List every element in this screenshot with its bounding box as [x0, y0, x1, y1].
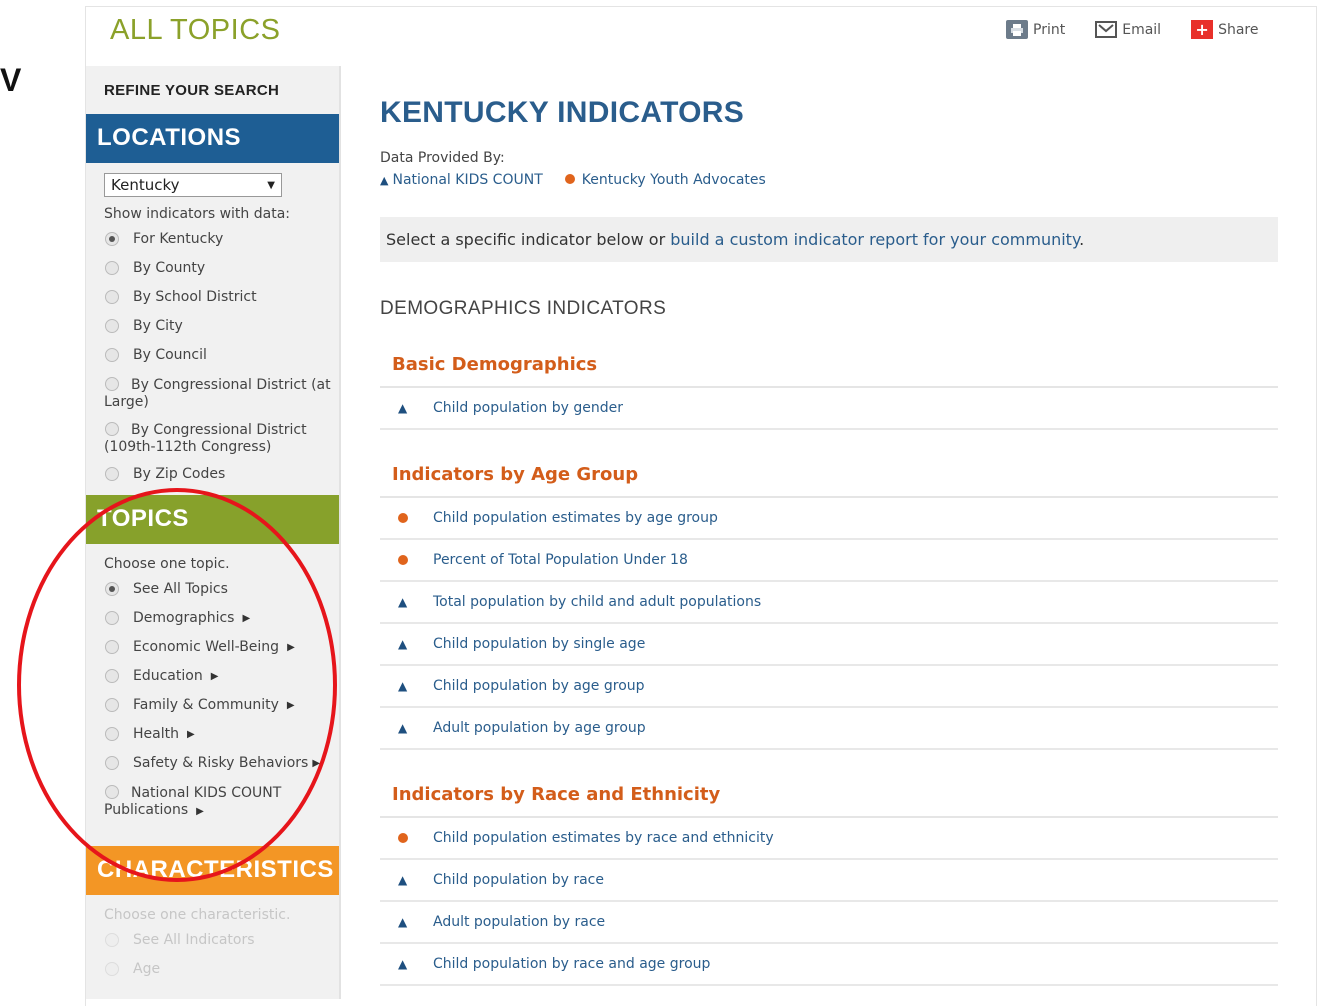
triangle-icon: ▲ [398, 679, 408, 693]
email-icon [1095, 21, 1118, 38]
location-option-school-district[interactable]: By School District [104, 289, 339, 306]
triangle-icon: ▲ [380, 174, 389, 187]
characteristics-panel: Choose one characteristic. See All Indic… [86, 895, 339, 998]
characteristic-option-age[interactable]: Age [104, 961, 339, 978]
custom-report-link[interactable]: build a custom indicator report for your… [670, 230, 1079, 249]
triangle-icon: ▲ [398, 637, 408, 651]
indicator-item[interactable]: ▲ Adult population by race [380, 902, 1278, 944]
group-title: Basic Demographics [380, 346, 1278, 388]
triangle-icon: ▲ [398, 873, 408, 887]
page-header-title: ALL TOPICS [110, 14, 281, 46]
custom-report-banner: Select a specific indicator below or bui… [380, 217, 1278, 262]
indicator-item[interactable]: ▲ Total population by child and adult pop… [380, 582, 1278, 624]
radio-icon [105, 962, 119, 976]
radio-icon [105, 933, 119, 947]
radio-icon [105, 319, 119, 333]
location-option-for-kentucky[interactable]: For Kentucky [104, 231, 339, 248]
share-button[interactable]: + Share [1191, 20, 1258, 39]
share-label: Share [1218, 21, 1259, 38]
indicator-group-basic: Basic Demographics ▲ Child population by … [380, 346, 1278, 430]
location-option-zip-codes[interactable]: By Zip Codes [104, 466, 339, 483]
print-button[interactable]: Print [1006, 20, 1065, 39]
section-title: DEMOGRAPHICS INDICATORS [380, 298, 667, 319]
plus-icon: + [1191, 20, 1214, 39]
annotation-circle [17, 488, 337, 882]
page-title: KENTUCKY INDICATORS [380, 96, 745, 129]
source-kentucky-youth-advocates[interactable]: Kentucky Youth Advocates [564, 172, 766, 188]
radio-icon [105, 377, 119, 391]
triangle-icon: ▲ [398, 595, 408, 609]
radio-icon [105, 261, 119, 275]
locations-note: Show indicators with data: [104, 206, 290, 222]
radio-icon [105, 348, 119, 362]
data-sources: ▲ National KIDS COUNT Kentucky Youth Advo… [380, 172, 1278, 188]
main-content: KENTUCKY INDICATORS Data Provided By: ▲ N… [380, 96, 1278, 986]
radio-icon [105, 467, 119, 481]
indicator-item[interactable]: ▲ Child population by gender [380, 388, 1278, 430]
triangle-icon: ▲ [398, 957, 408, 971]
triangle-icon: ▲ [398, 721, 408, 735]
print-label: Print [1033, 21, 1066, 38]
radio-selected-icon [105, 232, 119, 246]
characteristics-note: Choose one characteristic. [104, 907, 291, 923]
source-national-kids-count[interactable]: ▲ National KIDS COUNT [380, 172, 543, 188]
indicator-item[interactable]: ▲ Child population by age group [380, 666, 1278, 708]
group-title: Indicators by Age Group [380, 456, 1278, 498]
location-option-county[interactable]: By County [104, 260, 339, 277]
print-icon [1006, 20, 1028, 39]
locations-panel: Kentucky ▼ Show indicators with data: Fo… [86, 163, 339, 495]
radio-icon [105, 422, 119, 436]
share-toolbar: Print Email + Share [1006, 20, 1288, 39]
orange-dot-icon [398, 833, 408, 843]
triangle-icon: ▲ [398, 915, 408, 929]
indicator-item[interactable]: ▲ Adult population by age group [380, 708, 1278, 750]
radio-icon [105, 290, 119, 304]
location-option-congressional-at-large[interactable]: By Congressional District (at Large) [104, 376, 339, 411]
triangle-icon: ▲ [398, 401, 408, 415]
data-provided-by-label: Data Provided By: [380, 150, 505, 166]
indicator-item[interactable]: Percent of Total Population Under 18 [380, 540, 1278, 582]
locations-heading: LOCATIONS [86, 114, 339, 163]
indicator-item[interactable]: ▲ Child population by single age [380, 624, 1278, 666]
refine-heading: REFINE YOUR SEARCH [86, 66, 339, 114]
indicator-group-race: Indicators by Race and Ethnicity Child p… [380, 776, 1278, 986]
location-select-value: Kentucky [111, 176, 180, 194]
location-option-congressional-109-112[interactable]: By Congressional District (109th-112th C… [104, 421, 339, 456]
cut-off-letter: V [0, 62, 22, 98]
indicator-item[interactable]: Child population estimates by age group [380, 498, 1278, 540]
email-label: Email [1122, 21, 1162, 38]
group-title: Indicators by Race and Ethnicity [380, 776, 1278, 818]
location-select[interactable]: Kentucky ▼ [104, 173, 282, 197]
orange-dot-icon [564, 174, 575, 184]
indicator-item[interactable]: ▲ Child population by race [380, 860, 1278, 902]
characteristic-option-all[interactable]: See All Indicators [104, 932, 339, 949]
indicator-item[interactable]: Child population estimates by race and e… [380, 818, 1278, 860]
dropdown-arrow-icon: ▼ [267, 179, 275, 191]
indicator-item[interactable]: ▲ Child population by race and age group [380, 944, 1278, 986]
location-option-city[interactable]: By City [104, 318, 339, 335]
email-button[interactable]: Email [1095, 20, 1161, 39]
location-option-council[interactable]: By Council [104, 347, 339, 364]
orange-dot-icon [398, 513, 408, 523]
orange-dot-icon [398, 555, 408, 565]
indicator-group-age: Indicators by Age Group Child population… [380, 456, 1278, 750]
